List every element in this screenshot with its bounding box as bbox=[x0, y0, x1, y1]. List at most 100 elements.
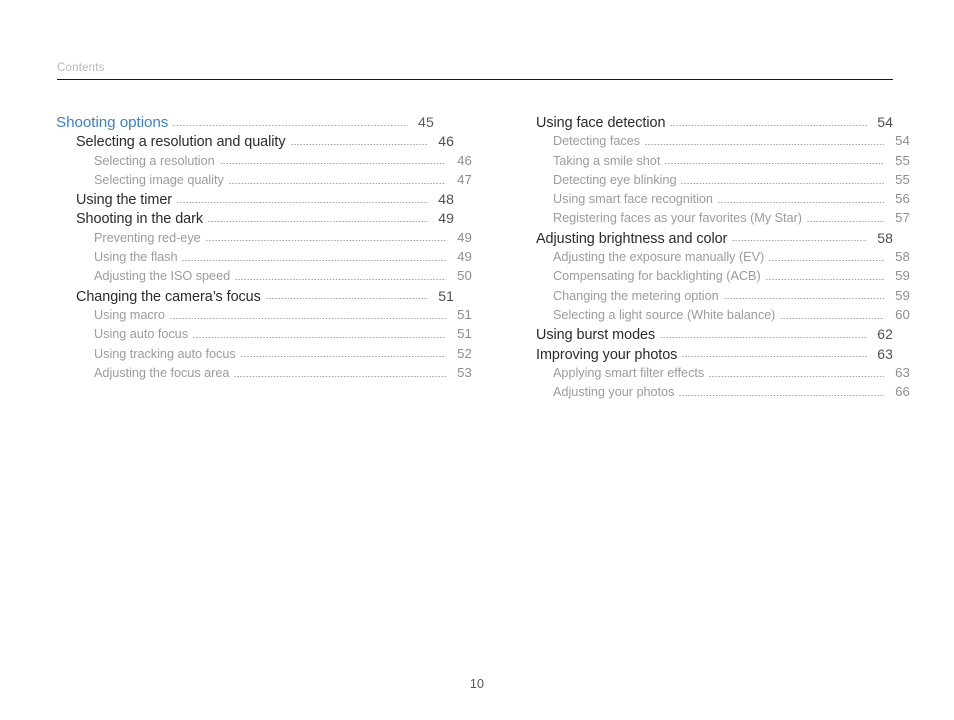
toc-dot-leader bbox=[717, 201, 884, 203]
toc-dot-leader bbox=[660, 336, 867, 338]
toc-dot-leader bbox=[182, 259, 446, 261]
toc-dot-leader bbox=[732, 240, 867, 242]
page-number: 10 bbox=[469, 677, 485, 691]
toc-entry[interactable]: Selecting image quality 47 bbox=[56, 172, 472, 191]
toc-entry-page-number: 53 bbox=[457, 364, 472, 380]
toc-entry[interactable]: Adjusting the focus area 53 bbox=[56, 365, 472, 384]
toc-entry-label: Adjusting the ISO speed bbox=[94, 269, 231, 284]
toc-entry-label: Using macro bbox=[94, 307, 165, 322]
toc-entry[interactable]: Changing the camera’s focus 51 bbox=[56, 288, 454, 307]
toc-entry-label: Selecting a resolution bbox=[94, 153, 215, 168]
toc-entry-label: Selecting a resolution and quality bbox=[76, 134, 286, 151]
toc-entry[interactable]: Registering faces as your favorites (My … bbox=[536, 210, 910, 229]
toc-entry-label: Detecting faces bbox=[553, 134, 640, 149]
toc-entry-page-number: 51 bbox=[457, 326, 472, 342]
toc-entry-page-number: 52 bbox=[457, 345, 472, 361]
toc-entry-page-number: 51 bbox=[438, 287, 454, 304]
toc-dot-leader bbox=[219, 163, 446, 165]
toc-entry[interactable]: Using the flash 49 bbox=[56, 249, 472, 268]
toc-entry-label: Using burst modes bbox=[536, 327, 656, 344]
toc-entry[interactable]: Using auto focus 51 bbox=[56, 326, 472, 345]
toc-dot-leader bbox=[723, 298, 884, 300]
toc-dot-leader bbox=[228, 182, 446, 184]
toc-entry-label: Adjusting the exposure manually (EV) bbox=[553, 250, 765, 265]
toc-dot-leader bbox=[806, 221, 884, 223]
toc-column-left: Shooting options 45 Selecting a resolution… bbox=[56, 114, 472, 384]
toc-entry[interactable]: Using tracking auto focus 52 bbox=[56, 346, 472, 365]
toc-entry[interactable]: Using macro 51 bbox=[56, 307, 472, 326]
toc-entry[interactable]: Selecting a resolution and quality 46 bbox=[56, 133, 454, 152]
toc-entry-label: Applying smart filter effects bbox=[553, 365, 705, 380]
toc-entry[interactable]: Shooting options 45 bbox=[56, 114, 434, 133]
contents-page: Contents Shooting options 45 Selecting a r… bbox=[0, 0, 954, 720]
toc-entry[interactable]: Taking a smile shot 55 bbox=[536, 153, 910, 172]
toc-entry-page-number: 59 bbox=[895, 287, 910, 303]
toc-entry-label: Taking a smile shot bbox=[553, 153, 661, 168]
toc-entry-page-number: 46 bbox=[457, 152, 472, 168]
toc-entry-page-number: 50 bbox=[457, 268, 472, 284]
page-footer: 10 bbox=[0, 675, 954, 693]
toc-entry[interactable]: Selecting a resolution 46 bbox=[56, 153, 472, 172]
toc-dot-leader bbox=[290, 143, 428, 145]
toc-dot-leader bbox=[681, 182, 884, 184]
toc-entry[interactable]: Changing the metering option 59 bbox=[536, 288, 910, 307]
toc-entry-label: Compensating for backlighting (ACB) bbox=[553, 269, 761, 284]
toc-dot-leader bbox=[240, 356, 446, 358]
toc-entry[interactable]: Using smart face recognition 56 bbox=[536, 191, 910, 210]
toc-entry[interactable]: Using face detection 54 bbox=[536, 114, 893, 133]
toc-entry-page-number: 54 bbox=[877, 114, 893, 130]
toc-entry-page-number: 46 bbox=[438, 133, 454, 150]
toc-entry-label: Selecting image quality bbox=[94, 172, 224, 187]
toc-dot-leader bbox=[769, 259, 884, 261]
toc-entry[interactable]: Compensating for backlighting (ACB) 59 bbox=[536, 268, 910, 287]
toc-dot-leader bbox=[234, 375, 446, 377]
toc-entry-page-number: 60 bbox=[895, 306, 910, 322]
toc-dot-leader bbox=[265, 298, 428, 300]
toc-entry-label: Detecting eye blinking bbox=[553, 172, 677, 187]
toc-entry-label: Using tracking auto focus bbox=[94, 346, 236, 361]
page-header: Contents bbox=[57, 61, 893, 80]
toc-entry-label: Changing the camera’s focus bbox=[76, 288, 261, 305]
toc-dot-leader bbox=[208, 221, 428, 223]
toc-entry[interactable]: Improving your photos 63 bbox=[536, 346, 893, 365]
toc-dot-leader bbox=[169, 317, 446, 319]
toc-dot-leader bbox=[780, 317, 884, 319]
toc-entry-page-number: 47 bbox=[457, 171, 472, 187]
toc-dot-leader bbox=[173, 124, 408, 126]
toc-entry[interactable]: Detecting faces 54 bbox=[536, 133, 910, 152]
toc-entry[interactable]: Using the timer 48 bbox=[56, 191, 454, 210]
toc-entry-page-number: 58 bbox=[895, 249, 910, 265]
toc-entry[interactable]: Adjusting brightness and color 58 bbox=[536, 230, 893, 249]
toc-dot-leader bbox=[682, 356, 867, 358]
toc-entry-label: Using the timer bbox=[76, 192, 173, 209]
toc-entry-label: Using the flash bbox=[94, 250, 178, 265]
toc-entry-page-number: 63 bbox=[877, 345, 893, 362]
toc-entry[interactable]: Adjusting the exposure manually (EV) 58 bbox=[536, 249, 910, 268]
toc-entry[interactable]: Detecting eye blinking 55 bbox=[536, 172, 910, 191]
toc-entry[interactable]: Using burst modes 62 bbox=[536, 326, 893, 345]
toc-entry[interactable]: Adjusting your photos 66 bbox=[536, 384, 910, 403]
toc-entry-label: Registering faces as your favorites (My … bbox=[553, 211, 802, 226]
toc-dot-leader bbox=[709, 375, 884, 377]
toc-entry-label: Using auto focus bbox=[94, 327, 189, 342]
toc-dot-leader bbox=[670, 124, 867, 126]
toc-entry-label: Selecting a light source (White balance) bbox=[553, 307, 776, 322]
toc-entry-label: Adjusting the focus area bbox=[94, 365, 230, 380]
toc-entry[interactable]: Adjusting the ISO speed 50 bbox=[56, 268, 472, 287]
toc-dot-leader bbox=[193, 336, 446, 338]
toc-entry-label: Shooting options bbox=[56, 114, 169, 131]
toc-entry-page-number: 59 bbox=[895, 268, 910, 284]
toc-entry[interactable]: Applying smart filter effects 63 bbox=[536, 365, 910, 384]
toc-entry[interactable]: Shooting in the dark 49 bbox=[56, 210, 454, 229]
toc-entry-page-number: 49 bbox=[438, 210, 454, 227]
toc-entry[interactable]: Selecting a light source (White balance)… bbox=[536, 307, 910, 326]
toc-entry-page-number: 54 bbox=[895, 133, 910, 149]
toc-entry-label: Shooting in the dark bbox=[76, 211, 204, 228]
toc-entry-page-number: 66 bbox=[895, 384, 910, 400]
toc-dot-leader bbox=[665, 163, 884, 165]
toc-dot-leader bbox=[235, 279, 446, 281]
toc-entry[interactable]: Preventing red-eye 49 bbox=[56, 230, 472, 249]
toc-column-right: Using face detection 54 Detecting faces 54 T… bbox=[536, 114, 910, 403]
toc-entry-label: Preventing red-eye bbox=[94, 230, 201, 245]
toc-entry-page-number: 58 bbox=[877, 229, 893, 246]
